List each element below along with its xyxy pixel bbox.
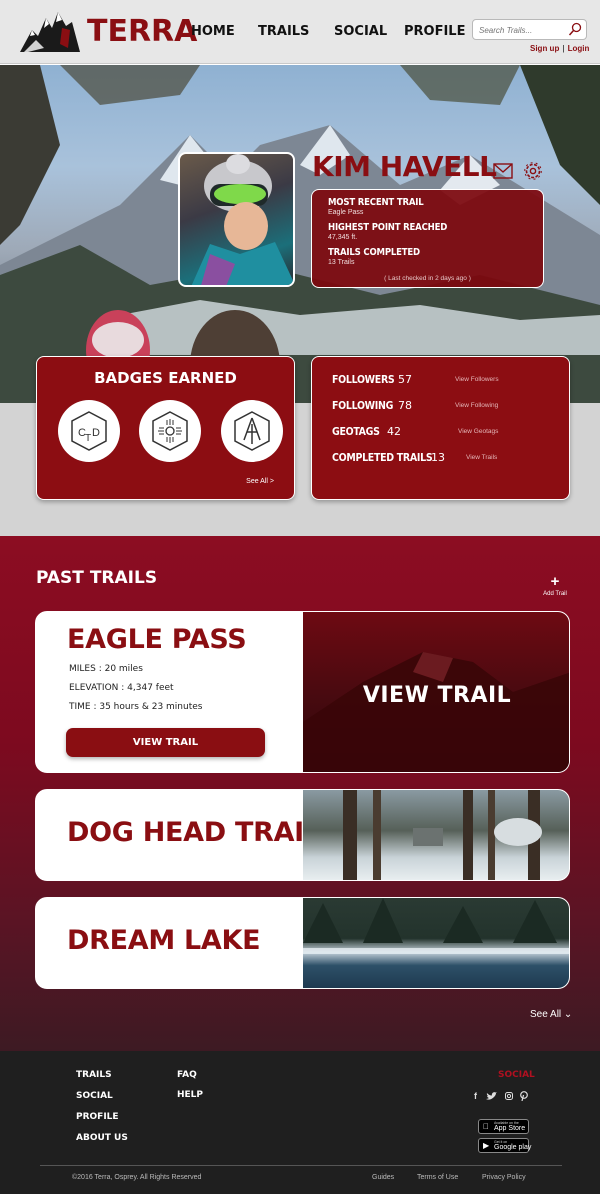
facebook-icon[interactable]: f (474, 1091, 477, 1101)
profile-name: KIM HAVELL (312, 150, 497, 183)
eagle-pass-image[interactable]: VIEW TRAIL (303, 612, 569, 772)
pinterest-icon[interactable] (520, 1091, 528, 1101)
completed-trails-label: COMPLETED TRAILS (332, 452, 433, 464)
social-stats-card: FOLLOWERS 57 View Followers FOLLOWING 78… (311, 356, 570, 500)
nav-social[interactable]: SOCIAL (334, 24, 387, 39)
login-link[interactable]: Login (568, 44, 590, 53)
trail-name: EAGLE PASS (67, 624, 247, 655)
profile-stats-card: MOST RECENT TRAIL Eagle Pass HIGHEST POI… (311, 189, 544, 288)
footer-terms-link[interactable]: Terms of Use (417, 1174, 458, 1181)
search-input[interactable] (473, 21, 563, 40)
play-icon: ▶ (483, 1141, 490, 1150)
avatar-image (191, 154, 293, 285)
view-trail-button[interactable]: VIEW TRAIL (66, 728, 265, 757)
footer-privacy-link[interactable]: Privacy Policy (482, 1174, 526, 1181)
copyright-text: ©2016 Terra, Osprey. All Rights Reserved (72, 1174, 202, 1181)
badges-see-all-link[interactable]: See All > (246, 478, 274, 485)
trail-name: DOG HEAD TRAIL (67, 817, 321, 848)
svg-text:D: D (92, 427, 100, 439)
dog-head-trail-image[interactable] (303, 790, 569, 880)
view-trail-overlay[interactable]: VIEW TRAIL (303, 683, 569, 708)
add-trail-button[interactable]: + Add Trail (538, 573, 572, 597)
followers-count: 57 (398, 373, 412, 386)
profile-avatar[interactable] (178, 152, 295, 287)
zia-badge-icon[interactable] (139, 400, 201, 462)
geotags-count: 42 (387, 425, 401, 438)
svg-text:T: T (85, 433, 91, 444)
nav-trails[interactable]: TRAILS (258, 24, 309, 39)
search-icon[interactable] (568, 22, 582, 37)
logo-icon[interactable] (18, 8, 82, 54)
add-trail-label: Add Trail (543, 591, 567, 597)
view-following-link[interactable]: View Following (455, 402, 498, 409)
google-play-button[interactable]: ▶ Get it on Google play (478, 1138, 532, 1153)
badges-title: BADGES EARNED (94, 369, 237, 387)
twitter-icon[interactable] (486, 1092, 497, 1101)
stat-value: 47,345 ft. (328, 234, 358, 241)
trail-time: TIME : 35 hours & 23 minutes (69, 702, 203, 712)
footer-link-trails[interactable]: TRAILS (76, 1070, 112, 1080)
followers-label: FOLLOWERS (332, 374, 395, 386)
footer-guides-link[interactable]: Guides (372, 1174, 394, 1181)
badges-card: BADGES EARNED C T D See All > (36, 356, 295, 500)
footer-link-about[interactable]: ABOUT US (76, 1133, 128, 1143)
trail-card-dream-lake[interactable]: DREAM LAKE (35, 897, 570, 989)
trail-elevation: ELEVATION : 4,347 feet (69, 683, 174, 693)
trail-card-eagle-pass[interactable]: EAGLE PASS MILES : 20 miles ELEVATION : … (35, 611, 570, 773)
followers-row: FOLLOWERS 57 View Followers (332, 373, 562, 390)
stat-value: Eagle Pass (328, 209, 364, 216)
stat-value: 13 Trails (328, 259, 355, 266)
nav-home[interactable]: HOME (191, 24, 235, 39)
trail-miles: MILES : 20 miles (69, 664, 143, 674)
site-footer: TRAILS SOCIAL PROFILE ABOUT US FAQ HELP … (0, 1051, 600, 1194)
at-badge-icon[interactable] (221, 400, 283, 462)
stat-title: HIGHEST POINT REACHED (328, 222, 448, 233)
stat-title: MOST RECENT TRAIL (328, 197, 424, 208)
view-trails-link[interactable]: View Trails (466, 454, 497, 461)
completed-trails-row: COMPLETED TRAILS 13 View Trails (332, 451, 562, 468)
footer-social-title: SOCIAL (498, 1070, 535, 1080)
auth-links: Sign up | Login (530, 44, 589, 53)
google-play-label: Google play (494, 1144, 532, 1151)
stat-title: TRAILS COMPLETED (328, 247, 420, 258)
mail-icon[interactable] (493, 163, 513, 179)
site-header: TERRA HOME TRAILS SOCIAL PROFILE Sign up… (0, 0, 600, 64)
trail-card-dog-head[interactable]: DOG HEAD TRAIL (35, 789, 570, 881)
cdt-badge-icon[interactable]: C T D (58, 400, 120, 462)
dream-lake-image[interactable] (303, 898, 569, 988)
sign-up-link[interactable]: Sign up (530, 44, 559, 53)
completed-trails-count: 13 (431, 451, 445, 464)
plus-icon: + (550, 573, 560, 590)
see-all-trails-link[interactable]: See All ⌄ (530, 1009, 572, 1020)
view-geotags-link[interactable]: View Geotags (458, 428, 498, 435)
geotags-label: GEOTAGS (332, 426, 380, 438)
footer-link-profile[interactable]: PROFILE (76, 1112, 119, 1122)
auth-separator: | (562, 44, 565, 53)
settings-gear-icon[interactable] (523, 161, 543, 181)
following-label: FOLLOWING (332, 400, 394, 412)
footer-link-help[interactable]: HELP (177, 1090, 203, 1100)
logo-text[interactable]: TERRA (87, 14, 197, 49)
footer-link-faq[interactable]: FAQ (177, 1070, 197, 1080)
app-store-button[interactable]:  Available on the App Store (478, 1119, 529, 1134)
following-row: FOLLOWING 78 View Following (332, 399, 562, 416)
view-followers-link[interactable]: View Followers (455, 376, 499, 383)
app-store-label: App Store (494, 1125, 526, 1132)
last-checked-text: ( Last checked in 2 days ago ) (384, 275, 471, 282)
geotags-row: GEOTAGS 42 View Geotags (332, 425, 562, 442)
forest-scene-image (343, 790, 542, 880)
footer-divider (40, 1165, 562, 1166)
past-trails-section: PAST TRAILS + Add Trail EAGLE PASS MILES… (0, 536, 600, 1051)
trail-name: DREAM LAKE (67, 925, 261, 956)
apple-icon:  (483, 1122, 489, 1131)
lake-scene-image (303, 898, 569, 954)
search-box (472, 19, 587, 40)
footer-link-social[interactable]: SOCIAL (76, 1091, 113, 1101)
following-count: 78 (398, 399, 412, 412)
instagram-icon[interactable] (505, 1092, 513, 1100)
nav-profile[interactable]: PROFILE (404, 24, 465, 39)
past-trails-title: PAST TRAILS (36, 568, 158, 588)
